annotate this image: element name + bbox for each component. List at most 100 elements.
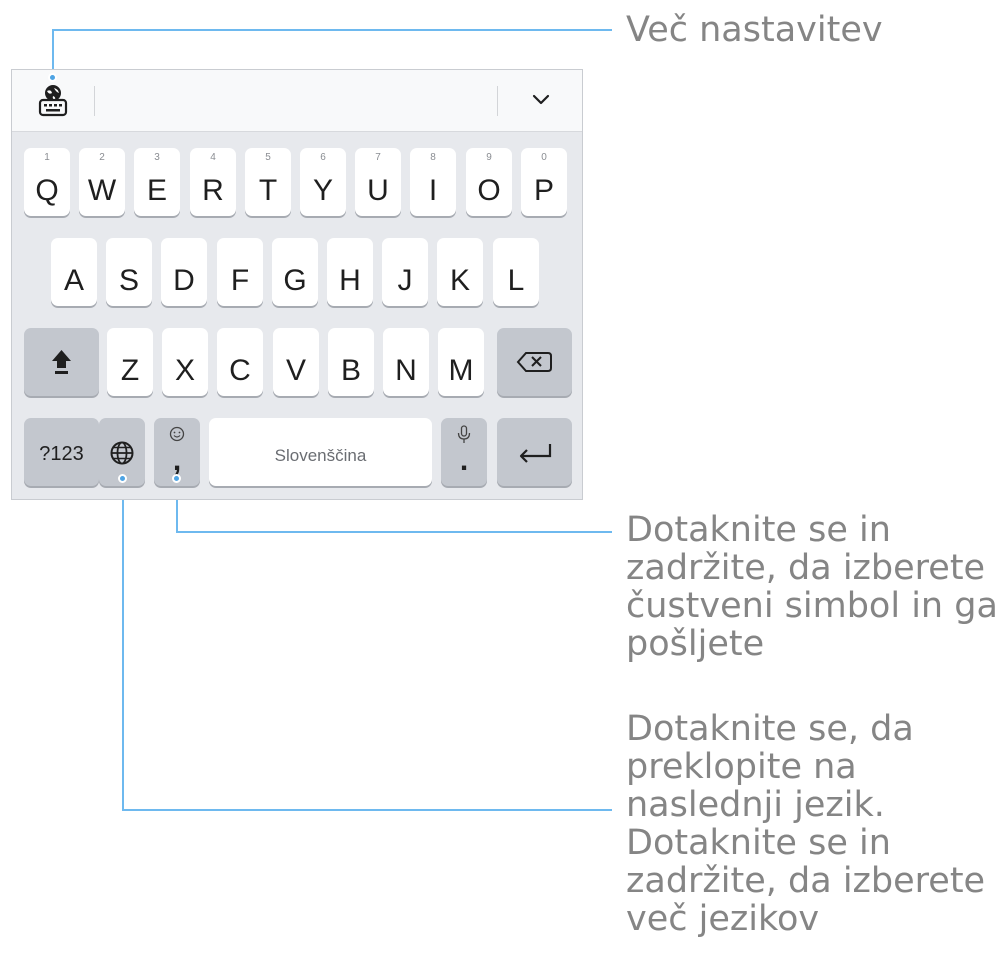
key-number-hint: 0: [541, 152, 547, 163]
emoji-callout-line: Dotaknite se in: [626, 510, 891, 550]
space-key[interactable]: Slovenščina: [209, 418, 432, 486]
key-x[interactable]: X: [162, 328, 208, 396]
period-character: .: [459, 444, 469, 477]
key-n[interactable]: N: [383, 328, 429, 396]
key-letter: W: [87, 174, 117, 207]
key-k[interactable]: K: [437, 238, 483, 306]
emoji-callout: Dotaknite se in zadržite, da izberete ču…: [626, 511, 998, 663]
enter-key[interactable]: [497, 418, 572, 486]
emoji-callout-line: pošljete: [626, 624, 765, 664]
key-letter: J: [397, 264, 413, 297]
key-number-hint: 3: [154, 152, 160, 163]
language-callout-line: več jezikov: [626, 899, 820, 939]
language-callout-line: preklopite na: [626, 747, 857, 787]
key-d[interactable]: D: [161, 238, 207, 306]
language-leader-horizontal: [122, 809, 612, 811]
chevron-down-icon: [532, 94, 550, 105]
key-l[interactable]: L: [493, 238, 539, 306]
key-letter: T: [258, 174, 278, 207]
key-b[interactable]: B: [328, 328, 374, 396]
backspace-icon: [516, 352, 552, 372]
settings-callout-dot: [48, 73, 57, 82]
key-y[interactable]: 6Y: [300, 148, 346, 216]
key-letter: O: [477, 174, 501, 207]
key-letter: K: [449, 264, 470, 297]
key-letter: R: [202, 174, 224, 207]
settings-leader-horizontal: [52, 29, 612, 31]
language-callout-dot: [118, 474, 127, 483]
key-c[interactable]: C: [217, 328, 263, 396]
language-callout-line: zadržite, da izberete: [626, 861, 986, 901]
key-letter: E: [146, 174, 167, 207]
language-callout-line: naslednji jezik.: [626, 785, 885, 825]
key-letter: X: [174, 354, 195, 387]
key-t[interactable]: 5T: [245, 148, 291, 216]
key-number-hint: 5: [265, 152, 271, 163]
mic-period-key[interactable]: .: [441, 418, 487, 486]
key-number-hint: 8: [430, 152, 436, 163]
microphone-icon: [457, 425, 471, 443]
more-settings-callout: Več nastavitev: [626, 10, 883, 50]
key-letter: S: [118, 264, 139, 297]
key-letter: L: [507, 264, 525, 297]
key-number-hint: 2: [99, 152, 105, 163]
language-callout-line: Dotaknite se in: [626, 823, 891, 863]
shift-arrow-icon: [52, 350, 71, 374]
space-key-label: Slovenščina: [274, 446, 367, 465]
language-leader-vertical: [122, 478, 124, 811]
keyboard: 1Q2W3E4R5T6Y7U8I9O0P ASDFGHJKL ZXCVBNM ?…: [11, 69, 583, 500]
key-j[interactable]: J: [382, 238, 428, 306]
key-number-hint: 4: [210, 152, 216, 163]
key-f[interactable]: F: [217, 238, 263, 306]
language-callout-line: Dotaknite se, da: [626, 709, 914, 749]
key-letter: B: [340, 354, 361, 387]
key-r[interactable]: 4R: [190, 148, 236, 216]
key-g[interactable]: G: [272, 238, 318, 306]
key-letter: Q: [35, 174, 59, 207]
key-i[interactable]: 8I: [410, 148, 456, 216]
key-z[interactable]: Z: [107, 328, 153, 396]
key-o[interactable]: 9O: [466, 148, 512, 216]
symbols-key-label: ?123: [39, 443, 84, 465]
key-letter: C: [229, 354, 251, 387]
shift-key[interactable]: [24, 328, 99, 396]
key-letter: F: [230, 264, 250, 297]
emoji-callout-line: zadržite, da izberete: [626, 548, 986, 588]
collapse-keyboard-button[interactable]: [526, 88, 556, 112]
key-letter: V: [285, 354, 306, 387]
key-m[interactable]: M: [438, 328, 484, 396]
key-letter: A: [63, 264, 84, 297]
key-a[interactable]: A: [51, 238, 97, 306]
keyboard-toolbar: [12, 70, 582, 132]
key-letter: I: [428, 174, 438, 207]
key-letter: N: [395, 354, 417, 387]
key-letter: H: [339, 264, 361, 297]
key-p[interactable]: 0P: [521, 148, 567, 216]
comma-character: ,: [172, 444, 182, 477]
key-letter: G: [283, 264, 307, 297]
key-v[interactable]: V: [273, 328, 319, 396]
key-q[interactable]: 1Q: [24, 148, 70, 216]
key-letter: Y: [312, 174, 333, 207]
language-callout: Dotaknite se, da preklopite na naslednji…: [626, 710, 985, 938]
key-letter: P: [533, 174, 554, 207]
key-w[interactable]: 2W: [79, 148, 125, 216]
enter-icon: [519, 444, 552, 463]
key-letter: M: [448, 354, 474, 387]
key-s[interactable]: S: [106, 238, 152, 306]
key-h[interactable]: H: [327, 238, 373, 306]
symbols-key[interactable]: ?123: [24, 418, 99, 486]
backspace-key[interactable]: [497, 328, 572, 396]
toolbar-separator-right: [497, 86, 498, 116]
keyboard-settings-icon: [38, 85, 68, 117]
key-letter: U: [367, 174, 389, 207]
emoji-callout-line: čustveni simbol in ga: [626, 586, 998, 626]
key-number-hint: 1: [44, 152, 50, 163]
keyboard-settings-button[interactable]: [36, 82, 70, 118]
emoji-leader-horizontal: [176, 531, 612, 533]
key-e[interactable]: 3E: [134, 148, 180, 216]
emoji-callout-dot: [172, 474, 181, 483]
toolbar-separator-left: [94, 86, 95, 116]
key-letter: D: [173, 264, 195, 297]
key-u[interactable]: 7U: [355, 148, 401, 216]
